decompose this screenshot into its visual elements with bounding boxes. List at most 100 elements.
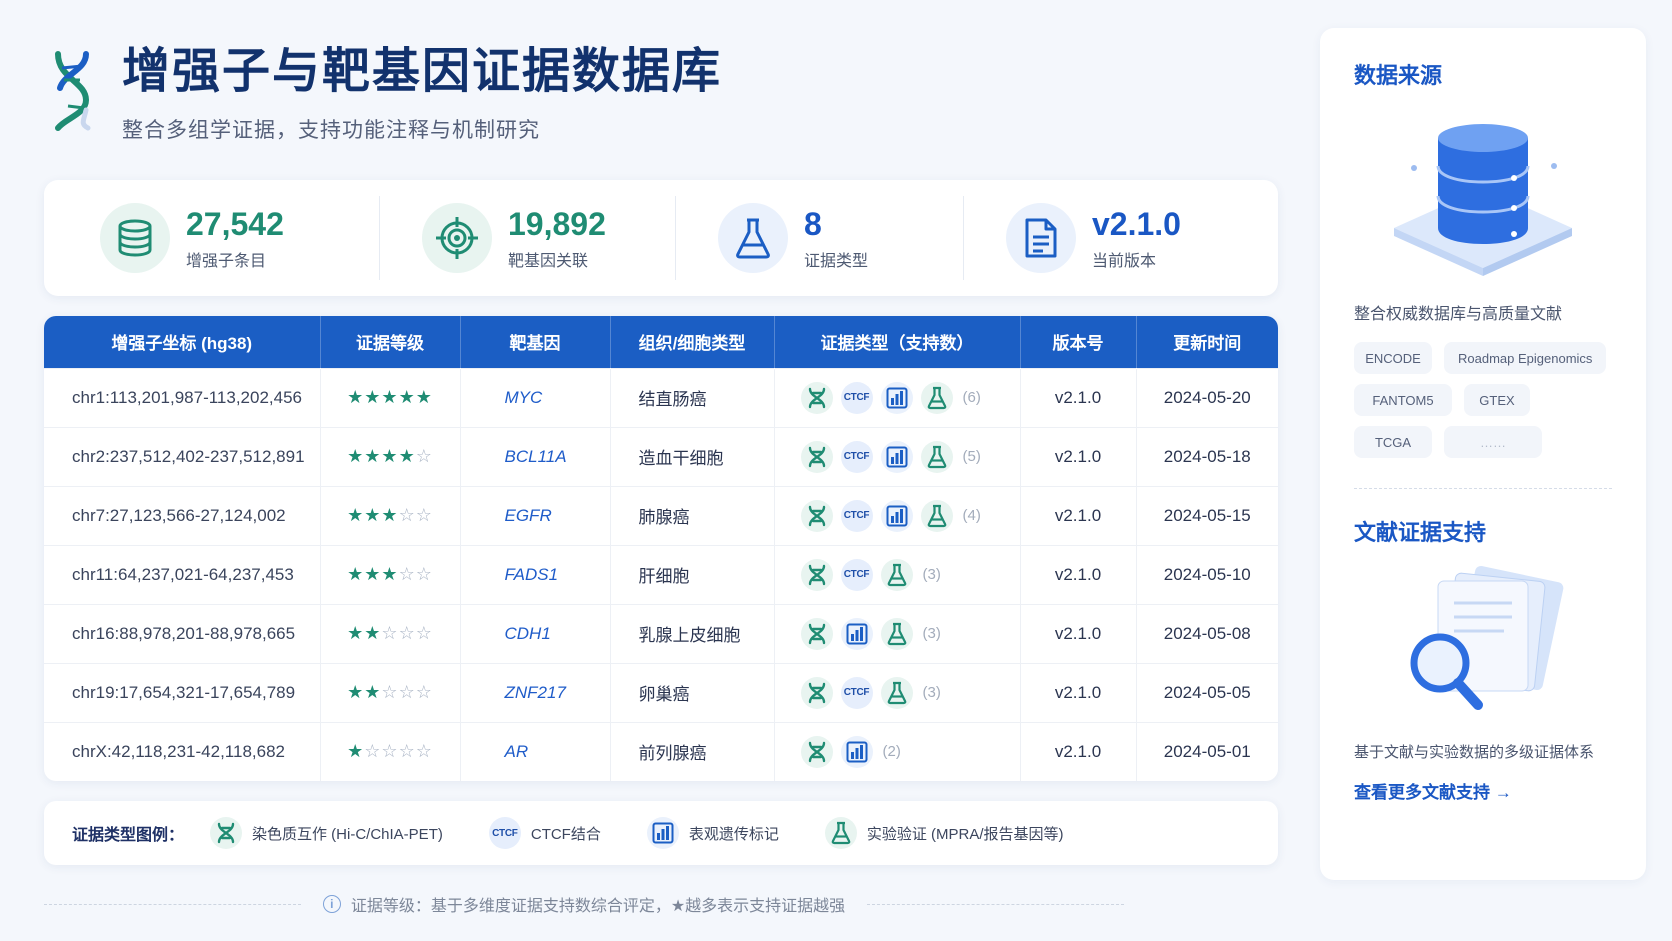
evidence-legend: 证据类型图例： 染色质互作 (Hi-C/ChIA-PET) CTCF CTCF结合 表… [44,801,1278,865]
table-row[interactable]: chr7:27,123,566-27,124,002 ★★★☆☆ EGFR 肺腺癌 CT… [44,485,1278,545]
document-icon [1006,203,1076,273]
support-count: (5) [962,448,981,465]
table-row[interactable]: chrX:42,118,231-42,118,682 ★☆☆☆☆ AR 前列腺癌 (2)… [44,721,1278,781]
source-tag[interactable]: GTEX [1464,384,1530,416]
source-tag-more[interactable]: …… [1444,426,1542,458]
literature-search-illustration-icon [1410,565,1564,710]
evidence-level: ★★★★☆ [320,426,461,486]
column-header[interactable]: 增强子坐标 (hg38) [44,316,321,368]
support-count: (6) [962,389,981,406]
tissue-type: 结直肠癌 [610,367,775,427]
ctcf-binding-icon: CTCF [840,676,873,709]
enhancer-coordinate: chr2:237,512,402-237,512,891 [44,426,321,486]
chromatin-interaction-icon [210,817,243,849]
target-gene[interactable]: BCL11A [460,426,611,486]
enhancer-coordinate: chr1:113,201,987-113,202,456 [44,367,321,427]
target-gene[interactable]: AR [460,721,611,781]
table-row[interactable]: chr2:237,512,402-237,512,891 ★★★★☆ BCL11A 造… [44,426,1278,486]
support-count: (3) [922,625,941,642]
footer-note: i 证据等级：基于多维度证据支持数综合评定，★越多表示支持证据越强 [44,892,1125,916]
ctcf-binding-icon: CTCF [840,440,873,473]
chromatin-interaction-icon [800,440,833,473]
version: v2.1.0 [1020,603,1137,663]
star-empty-icon: ☆ [398,623,416,643]
star-filled-icon: ★ [364,446,382,466]
evidence-level: ★★★☆☆ [320,544,461,604]
tissue-type: 乳腺上皮细胞 [610,603,775,663]
target-gene[interactable]: ZNF217 [460,662,611,722]
column-header[interactable]: 靶基因 [460,316,611,368]
experiment-validation-icon [920,381,953,414]
star-filled-icon: ★ [364,387,382,407]
epigenetic-mark-icon [880,499,913,532]
enhancer-table-card: 增强子坐标 (hg38) 证据等级 靶基因 组织/细胞类型 证据类型（支持数） … [44,316,1278,781]
source-tag[interactable]: TCGA [1354,426,1432,458]
update-date: 2024-05-18 [1136,426,1278,486]
legend-label: CTCF结合 [530,825,601,843]
update-date: 2024-05-20 [1136,367,1278,427]
star-filled-icon: ★ [398,446,416,466]
experiment-validation-icon [920,440,953,473]
star-empty-icon: ☆ [398,682,416,702]
star-filled-icon: ★ [347,446,365,466]
divider [1354,488,1612,489]
table-row[interactable]: chr1:113,201,987-113,202,456 ★★★★★ MYC 结直肠癌… [44,367,1278,427]
column-header[interactable]: 版本号 [1020,316,1137,368]
source-tag[interactable]: FANTOM5 [1354,384,1452,416]
stats-bar: 27,542 增强子条目 19,892 靶基因关联 8 证据类型 v2.1.0 … [44,180,1278,296]
update-date: 2024-05-08 [1136,603,1278,663]
evidence-types: CTCF (3) [774,544,1021,604]
table-row[interactable]: chr16:88,978,201-88,978,665 ★★☆☆☆ CDH1 乳腺上皮… [44,603,1278,663]
ctcf-binding-icon: CTCF [840,381,873,414]
star-empty-icon: ☆ [415,682,433,702]
update-date: 2024-05-15 [1136,485,1278,545]
enhancer-coordinate: chr7:27,123,566-27,124,002 [44,485,321,545]
ctcf-binding-icon: CTCF [488,817,521,849]
version: v2.1.0 [1020,367,1137,427]
enhancer-coordinate: chr16:88,978,201-88,978,665 [44,603,321,663]
chromatin-interaction-icon [800,735,833,768]
legend-item: 表观遗传标记 [646,817,779,849]
target-gene[interactable]: FADS1 [460,544,611,604]
evidence-types: CTCF (3) [774,662,1021,722]
star-rating: ★★★☆☆ [347,564,433,584]
star-filled-icon: ★ [364,623,382,643]
evidence-types: CTCF (5) [774,426,1021,486]
ctcf-binding-icon: CTCF [840,558,873,591]
table-header-row: 增强子坐标 (hg38) 证据等级 靶基因 组织/细胞类型 证据类型（支持数） … [44,316,1278,368]
target-gene[interactable]: MYC [460,367,611,427]
stat-evidence-types: 8 证据类型 [675,196,963,280]
update-date: 2024-05-01 [1136,721,1278,781]
enhancer-coordinate: chr19:17,654,321-17,654,789 [44,662,321,722]
info-icon: i [322,895,341,913]
more-literature-link[interactable]: 查看更多文献支持 → [1354,778,1612,803]
legend-label: 染色质互作 (Hi-C/ChIA-PET) [252,825,443,843]
version: v2.1.0 [1020,485,1137,545]
star-rating: ★☆☆☆☆ [347,741,433,761]
stat-value: v2.1.0 [1092,206,1181,242]
column-header[interactable]: 证据等级 [320,316,461,368]
footer-text: 证据等级：基于多维度证据支持数综合评定，★越多表示支持证据越强 [350,898,846,915]
star-filled-icon: ★ [347,564,365,584]
table-body: chr1:113,201,987-113,202,456 ★★★★★ MYC 结直肠癌… [44,367,1278,781]
table-row[interactable]: chr19:17,654,321-17,654,789 ★★☆☆☆ ZNF217 卵巢… [44,662,1278,722]
tissue-type: 前列腺癌 [610,721,775,781]
epigenetic-mark-icon [880,440,913,473]
stat-label: 靶基因关联 [508,253,589,270]
version: v2.1.0 [1020,544,1137,604]
source-tag[interactable]: Roadmap Epigenomics [1444,342,1607,374]
page-title: 增强子与靶基因证据数据库 [122,45,723,98]
column-header[interactable]: 更新时间 [1136,316,1278,368]
table-row[interactable]: chr11:64,237,021-64,237,453 ★★★☆☆ FADS1 肝细胞… [44,544,1278,604]
enhancer-coordinate: chrX:42,118,231-42,118,682 [44,721,321,781]
column-header[interactable]: 组织/细胞类型 [610,316,775,368]
target-gene[interactable]: EGFR [460,485,611,545]
stat-label: 增强子条目 [186,253,267,270]
column-header[interactable]: 证据类型（支持数） [774,316,1021,368]
legend-item: 染色质互作 (Hi-C/ChIA-PET) [210,817,443,849]
support-count: (2) [882,743,901,761]
source-tag[interactable]: ENCODE [1354,342,1432,374]
target-gene[interactable]: CDH1 [460,603,611,663]
version: v2.1.0 [1020,662,1137,722]
star-filled-icon: ★ [347,623,365,643]
